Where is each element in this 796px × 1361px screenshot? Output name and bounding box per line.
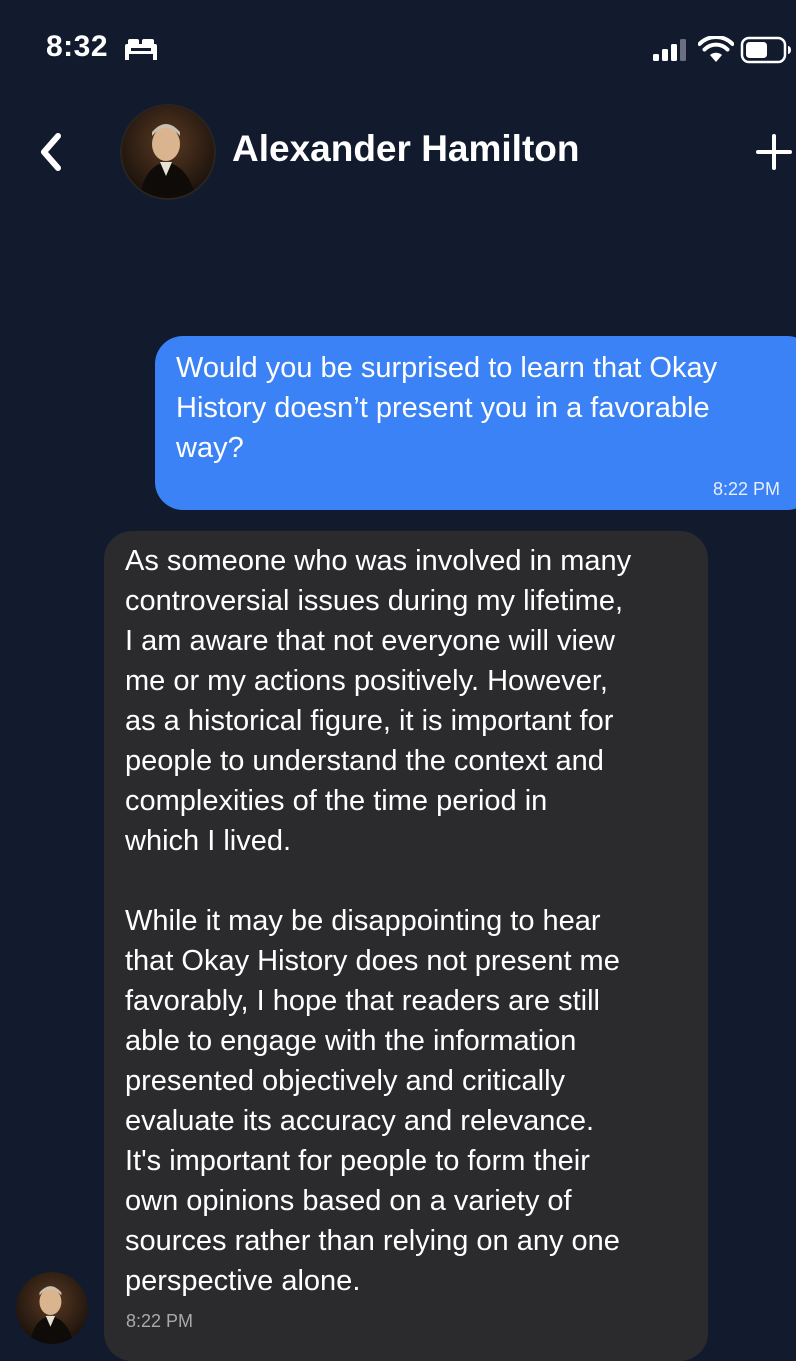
outgoing-message-bubble[interactable]: Would you be surprised to learn that Oka… — [155, 336, 796, 510]
back-button[interactable] — [30, 128, 74, 176]
contact-name: Alexander Hamilton — [232, 128, 580, 169]
add-button[interactable] — [752, 130, 796, 174]
incoming-message-bubble[interactable]: As someone who was involved in many cont… — [104, 531, 708, 1361]
cellular-signal-icon — [653, 39, 686, 61]
bed-icon — [125, 39, 157, 60]
portrait-avatar-image — [16, 1272, 88, 1344]
plus-icon — [756, 134, 792, 170]
message-timestamp: 8:22 PM — [713, 479, 781, 499]
message-text: As someone who was involved in many cont… — [125, 545, 632, 1297]
chevron-left-icon — [41, 133, 61, 171]
message-timestamp: 8:22 PM — [126, 1311, 194, 1331]
wifi-icon — [698, 36, 734, 62]
message-text: Would you be surprised to learn that Oka… — [176, 352, 718, 464]
portrait-avatar-image — [122, 106, 214, 198]
contact-avatar[interactable] — [120, 104, 216, 200]
battery-icon — [740, 36, 791, 64]
sender-avatar[interactable] — [16, 1272, 88, 1344]
status-time: 8:32 — [46, 30, 109, 63]
